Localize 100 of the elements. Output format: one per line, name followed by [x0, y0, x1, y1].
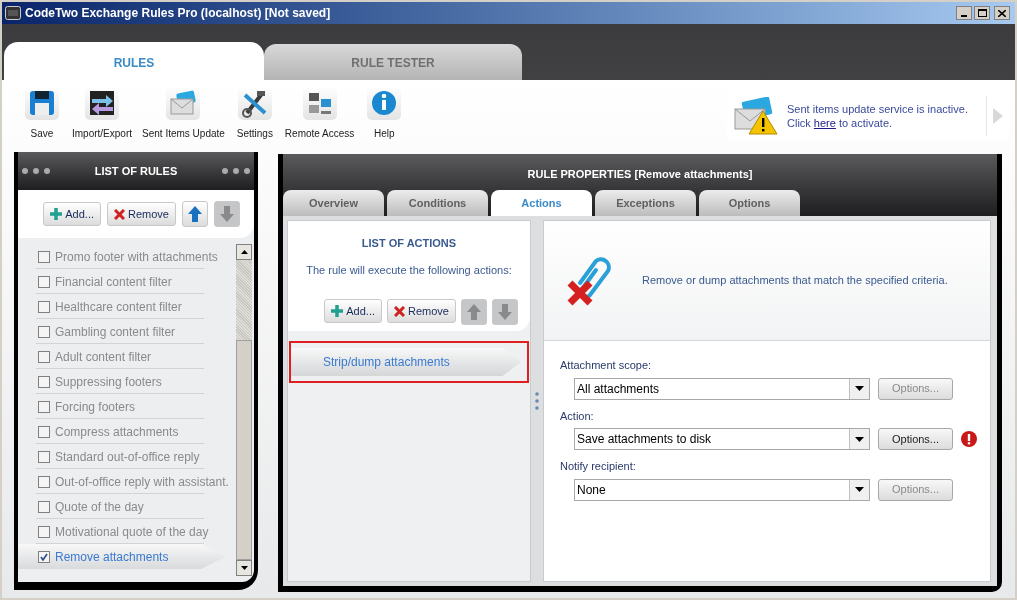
- rule-label: Healthcare content filter: [55, 298, 182, 316]
- rule-label: Out-of-office reply with assistant.: [55, 473, 229, 491]
- main-tab[interactable]: RULES: [4, 42, 264, 80]
- rule-label: Financial content filter: [55, 273, 172, 291]
- maximize-icon: [977, 9, 987, 17]
- rule-item[interactable]: Financial content filter: [18, 269, 236, 294]
- rule-label: Standard out-of-office reply: [55, 448, 200, 466]
- property-tab[interactable]: Overview: [283, 190, 384, 216]
- rule-label: Promo footer with attachments: [55, 248, 218, 266]
- envelope-warning-icon: [733, 97, 779, 135]
- rule-label: Motivational quote of the day: [55, 523, 209, 541]
- property-tab[interactable]: Conditions: [387, 190, 488, 216]
- arrow-down-icon: [220, 206, 234, 222]
- arrow-right-icon: [993, 108, 1003, 124]
- field-label: Notify recipient:: [560, 459, 637, 474]
- rule-item[interactable]: Adult content filter: [18, 344, 236, 369]
- window-title: CodeTwo Exchange Rules Pro (localhost) [Not saved]: [25, 5, 332, 22]
- close-icon: [998, 9, 1006, 17]
- dropdown-field[interactable]: All attachments: [574, 377, 870, 400]
- checkbox[interactable]: [38, 300, 50, 313]
- close-icon: [114, 208, 126, 220]
- close-button[interactable]: [994, 6, 1010, 20]
- rule-label: Compress attachments: [55, 423, 179, 441]
- activate-link[interactable]: here: [813, 116, 836, 130]
- move-up-button[interactable]: [182, 201, 208, 227]
- scrollbar-thumb[interactable]: [236, 340, 252, 560]
- list-title: LIST OF ACTIONS: [361, 236, 457, 251]
- rule-label: Suppressing footers: [55, 373, 162, 391]
- arrow-up-icon: [467, 304, 481, 320]
- rule-label: Quote of the day: [55, 498, 144, 516]
- checkbox[interactable]: [38, 475, 50, 488]
- checkbox[interactable]: [38, 375, 50, 388]
- dots-icon: [22, 167, 52, 175]
- checkbox[interactable]: [38, 275, 50, 288]
- checkbox[interactable]: [38, 450, 50, 463]
- checkbox[interactable]: [38, 525, 50, 538]
- rule-item[interactable]: Compress attachments: [18, 419, 236, 444]
- dots-icon: [220, 167, 250, 175]
- rule-label: Remove attachments: [55, 548, 169, 566]
- rule-item[interactable]: Suppressing footers: [18, 369, 236, 394]
- rule-item[interactable]: Out-of-office reply with assistant.: [18, 469, 236, 494]
- splitter-handle-icon[interactable]: [535, 392, 539, 410]
- property-tab[interactable]: Actions: [491, 190, 592, 216]
- dropdown-field[interactable]: Save attachments to disk: [574, 428, 870, 450]
- checkbox[interactable]: [38, 350, 50, 363]
- panel-title: RULE PROPERTIES [Remove attachments]: [527, 166, 753, 182]
- rule-item[interactable]: Forcing footers: [18, 394, 236, 419]
- scrollbar[interactable]: [236, 244, 252, 576]
- toolbar-button[interactable]: Import/Export: [72, 86, 133, 141]
- checkbox[interactable]: [38, 500, 50, 513]
- plus-icon: [331, 305, 344, 317]
- checkbox[interactable]: [38, 400, 50, 413]
- add-button[interactable]: Add...: [324, 299, 383, 323]
- remove-button[interactable]: Remove: [107, 202, 176, 226]
- plus-icon: [50, 208, 63, 220]
- checkbox[interactable]: [38, 425, 50, 438]
- dropdown-field[interactable]: None: [574, 478, 870, 501]
- options-button[interactable]: Options...: [878, 428, 953, 450]
- arrow-up-icon: [188, 206, 202, 222]
- action-item[interactable]: Strip/dump attachments: [289, 341, 529, 383]
- property-tab[interactable]: Exceptions: [595, 190, 696, 216]
- checkbox[interactable]: [38, 250, 50, 263]
- minimize-icon: [961, 15, 967, 17]
- dropdown-arrow-icon: [855, 386, 864, 391]
- maximize-button[interactable]: [974, 6, 990, 20]
- rule-label: Adult content filter: [55, 348, 152, 366]
- field-label: Action:: [560, 408, 595, 424]
- close-icon: [394, 305, 406, 317]
- rule-item[interactable]: Promo footer with attachments: [18, 244, 236, 269]
- remove-button[interactable]: Remove: [387, 299, 456, 323]
- rule-item[interactable]: Motivational quote of the day: [18, 519, 236, 544]
- rule-item[interactable]: Remove attachments: [18, 544, 226, 569]
- triangle-down-icon: [240, 566, 248, 570]
- rule-item[interactable]: Quote of the day: [18, 494, 236, 519]
- toolbar-button[interactable]: Remote Access: [284, 86, 355, 141]
- add-button[interactable]: Add...: [43, 202, 102, 226]
- scroll-down-button[interactable]: [236, 560, 252, 576]
- checkbox[interactable]: [38, 325, 50, 338]
- toolbar-button[interactable]: Sent Items Update: [142, 86, 225, 141]
- minimize-button[interactable]: [956, 6, 972, 20]
- property-tab[interactable]: Options: [699, 190, 800, 216]
- scroll-up-button[interactable]: [236, 244, 252, 260]
- notification-text: Click: [787, 116, 811, 130]
- rule-item[interactable]: Healthcare content filter: [18, 294, 236, 319]
- notification-message: Sent items update service is inactive.: [787, 102, 969, 116]
- action-description: Remove or dump attachments that match the specified criteria.: [642, 273, 948, 289]
- triangle-up-icon: [240, 250, 248, 254]
- rule-item[interactable]: Standard out-of-office reply: [18, 444, 236, 469]
- list-subtitle: The rule will execute the following actions:: [306, 262, 512, 278]
- rule-item[interactable]: Gambling content filter: [18, 319, 236, 344]
- dropdown-arrow-icon: [855, 436, 864, 442]
- checkmark-icon: [40, 552, 48, 561]
- field-label: Attachment scope:: [560, 358, 653, 373]
- dropdown-arrow-icon: [855, 487, 864, 492]
- rule-label: Gambling content filter: [55, 323, 176, 341]
- main-tab[interactable]: RULE TESTER: [264, 44, 522, 80]
- rule-label: Forcing footers: [55, 398, 136, 416]
- notification-text: to activate.: [838, 116, 893, 130]
- app-logo-icon: [5, 6, 21, 20]
- checkbox[interactable]: [38, 550, 50, 563]
